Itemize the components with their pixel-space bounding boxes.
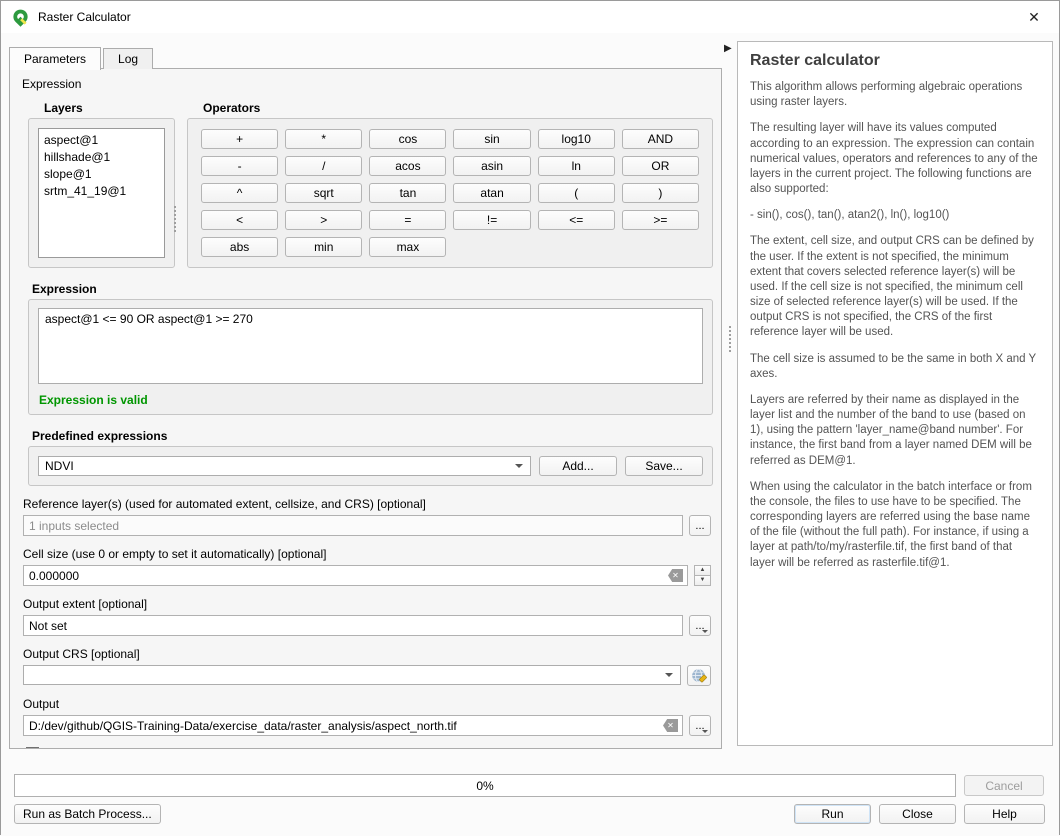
layers-groupbox: aspect@1 hillshade@1 slope@1 srtm_41_19@… xyxy=(28,118,175,268)
help-paragraph: Layers are referred by their name as dis… xyxy=(750,393,1040,469)
help-paragraph: This algorithm allows performing algebra… xyxy=(750,80,1040,110)
operators-group-title: Operators xyxy=(203,101,713,115)
window-title: Raster Calculator xyxy=(38,10,131,24)
output-path-field[interactable] xyxy=(23,715,683,736)
operator-button[interactable]: OR xyxy=(622,156,699,176)
operator-button[interactable]: max xyxy=(369,237,446,257)
operator-button[interactable]: + xyxy=(201,129,278,149)
output-browse-button[interactable]: ... xyxy=(689,715,711,736)
layer-item[interactable]: hillshade@1 xyxy=(44,149,159,166)
predefined-expression-select[interactable]: NDVI xyxy=(38,456,531,476)
reference-layers-label: Reference layer(s) (used for automated e… xyxy=(23,497,715,511)
spin-up-icon[interactable]: ▲ xyxy=(694,565,711,575)
help-paragraph: - sin(), cos(), tan(), atan2(), ln(), lo… xyxy=(750,208,1040,223)
layers-list[interactable]: aspect@1 hillshade@1 slope@1 srtm_41_19@… xyxy=(38,128,165,258)
raster-calculator-dialog: { "window": { "title": "Raster Calculato… xyxy=(0,0,1060,835)
chevron-down-icon xyxy=(702,630,708,633)
cancel-button[interactable]: Cancel xyxy=(964,775,1044,796)
operators-groupbox: + * cos sin log10 AND - / acos asin ln O… xyxy=(187,118,713,268)
chevron-down-icon xyxy=(702,730,708,733)
help-button[interactable]: Help xyxy=(964,804,1045,824)
operator-button[interactable]: >= xyxy=(622,210,699,230)
operator-button[interactable]: = xyxy=(369,210,446,230)
extent-browse-button[interactable]: ... xyxy=(689,615,711,636)
operator-button[interactable]: AND xyxy=(622,129,699,149)
cellsize-field[interactable] xyxy=(23,565,688,586)
close-button[interactable]: Close xyxy=(879,804,956,824)
tab-bar: Parameters Log xyxy=(9,46,155,69)
output-label: Output xyxy=(23,697,715,711)
operator-button[interactable]: * xyxy=(285,129,362,149)
chevron-down-icon xyxy=(515,464,523,468)
progress-percentage: 0% xyxy=(476,779,493,793)
operator-button[interactable]: ) xyxy=(622,183,699,203)
help-panel: Raster calculator This algorithm allows … xyxy=(737,41,1053,746)
operator-button[interactable]: / xyxy=(285,156,362,176)
footer: 0% Cancel Run as Batch Process... Run Cl… xyxy=(1,749,1059,836)
operator-button[interactable]: - xyxy=(201,156,278,176)
predefined-selected-value: NDVI xyxy=(45,459,74,473)
help-paragraph: The cell size is assumed to be the same … xyxy=(750,352,1040,382)
operators-grid: + * cos sin log10 AND - / acos asin ln O… xyxy=(201,129,699,257)
expression-input[interactable]: aspect@1 <= 90 OR aspect@1 >= 270 xyxy=(38,308,703,384)
run-button[interactable]: Run xyxy=(794,804,871,824)
reference-layers-field[interactable] xyxy=(23,515,683,536)
qgis-logo-icon xyxy=(11,8,30,27)
help-paragraph: When using the calculator in the batch i… xyxy=(750,480,1040,571)
chevron-down-icon xyxy=(665,673,673,677)
operator-button[interactable]: min xyxy=(285,237,362,257)
layers-operators-splitter[interactable] xyxy=(174,206,176,232)
operator-button[interactable]: log10 xyxy=(538,129,615,149)
title-bar: Raster Calculator ✕ xyxy=(1,1,1059,33)
reference-browse-button[interactable]: ... xyxy=(689,515,711,536)
output-extent-field[interactable] xyxy=(23,615,683,636)
output-extent-label: Output extent [optional] xyxy=(23,597,715,611)
crs-globe-icon xyxy=(691,668,707,684)
operator-button[interactable]: ln xyxy=(538,156,615,176)
operator-button[interactable]: cos xyxy=(369,129,446,149)
cellsize-label: Cell size (use 0 or empty to set it auto… xyxy=(23,547,715,561)
help-paragraph: The extent, cell size, and output CRS ca… xyxy=(750,234,1040,340)
operator-button[interactable]: ( xyxy=(538,183,615,203)
predefined-group-title: Predefined expressions xyxy=(32,429,715,443)
tab-log[interactable]: Log xyxy=(103,48,153,69)
layer-item[interactable]: srtm_41_19@1 xyxy=(44,183,159,200)
operator-button[interactable]: <= xyxy=(538,210,615,230)
layers-group-title: Layers xyxy=(44,101,175,115)
save-expression-button[interactable]: Save... xyxy=(625,456,703,476)
panel-splitter[interactable] xyxy=(729,326,731,352)
operator-button[interactable]: abs xyxy=(201,237,278,257)
expression-valid-status: Expression is valid xyxy=(39,393,703,407)
operator-button[interactable]: sin xyxy=(453,129,530,149)
operator-button[interactable]: asin xyxy=(453,156,530,176)
operator-button[interactable]: ^ xyxy=(201,183,278,203)
output-crs-select[interactable] xyxy=(23,665,681,685)
expression-section-label: Expression xyxy=(22,77,715,91)
operator-button[interactable]: tan xyxy=(369,183,446,203)
select-crs-button[interactable] xyxy=(687,665,711,686)
operator-button[interactable]: atan xyxy=(453,183,530,203)
layer-item[interactable]: slope@1 xyxy=(44,166,159,183)
add-expression-button[interactable]: Add... xyxy=(539,456,617,476)
spin-down-icon[interactable]: ▼ xyxy=(694,575,711,586)
operator-button[interactable]: != xyxy=(453,210,530,230)
cellsize-stepper[interactable]: ▲ ▼ xyxy=(694,565,711,586)
expression-groupbox: aspect@1 <= 90 OR aspect@1 >= 270 Expres… xyxy=(28,299,713,415)
operator-button[interactable]: > xyxy=(285,210,362,230)
predefined-groupbox: NDVI Add... Save... xyxy=(28,446,713,486)
help-title: Raster calculator xyxy=(750,52,1040,70)
collapse-help-arrow-icon[interactable]: ▶ xyxy=(724,43,732,54)
layer-item[interactable]: aspect@1 xyxy=(44,132,159,149)
expression-group-title: Expression xyxy=(32,282,715,296)
close-icon[interactable]: ✕ xyxy=(1019,4,1049,30)
help-paragraph: The resulting layer will have its values… xyxy=(750,121,1040,197)
output-crs-label: Output CRS [optional] xyxy=(23,647,715,661)
progress-bar: 0% xyxy=(14,774,956,797)
tab-parameters[interactable]: Parameters xyxy=(9,47,101,70)
run-as-batch-button[interactable]: Run as Batch Process... xyxy=(14,804,161,824)
operator-button[interactable]: acos xyxy=(369,156,446,176)
parameters-pane: Expression Layers aspect@1 hillshade@1 s… xyxy=(9,68,722,749)
operator-button[interactable]: sqrt xyxy=(285,183,362,203)
operator-button[interactable]: < xyxy=(201,210,278,230)
